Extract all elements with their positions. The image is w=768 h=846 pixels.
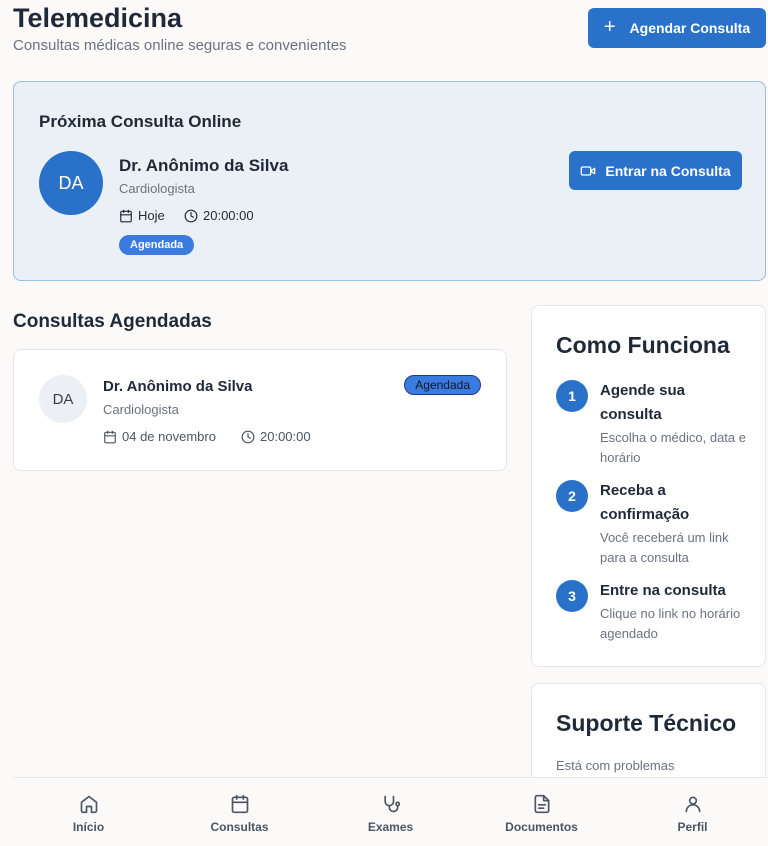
schedule-consult-label: Agendar Consulta	[629, 20, 751, 36]
support-text: Está com problemas	[556, 758, 675, 773]
step-number: 3	[556, 580, 588, 612]
scheduled-section-title: Consultas Agendadas	[13, 311, 212, 332]
doctor-name: Dr. Anônimo da Silva	[119, 156, 289, 175]
consult-date-text: Hoje	[138, 208, 165, 223]
stethoscope-icon	[383, 795, 400, 813]
schedule-consult-button[interactable]: + Agendar Consulta	[588, 8, 766, 48]
step-description: Escolha o médico, data e horário	[600, 430, 746, 465]
consult-time: 20:00:00	[184, 208, 254, 223]
telemedicine-page: Telemedicina Consultas médicas online se…	[0, 0, 768, 846]
nav-item-documentos[interactable]: Documentos	[466, 778, 617, 846]
step-item: 1 Agende sua consulta Escolha o médico, …	[556, 380, 746, 470]
enter-consult-button[interactable]: Entrar na Consulta	[569, 151, 742, 190]
nav-label: Exames	[367, 820, 414, 834]
consult-time-text: 20:00:00	[260, 429, 311, 444]
next-consult-card: Próxima Consulta Online DA Dr. Anônimo d…	[13, 81, 766, 281]
home-icon	[80, 795, 97, 814]
step-title: Agende sua consulta	[600, 382, 686, 423]
step-number: 2	[556, 480, 588, 512]
calendar-icon	[120, 209, 132, 222]
step-item: 2 Receba a confirmação Você receberá um …	[556, 480, 746, 570]
page-header: Telemedicina Consultas médicas online se…	[13, 2, 766, 62]
document-icon	[534, 794, 549, 814]
support-title: Suporte Técnico	[556, 710, 737, 736]
consult-time: 20:00:00	[241, 429, 311, 444]
step-number: 1	[556, 380, 588, 412]
how-it-works-card: Como Funciona 1 Agende sua consulta Esco…	[531, 305, 766, 667]
plus-icon: +	[603, 16, 616, 38]
how-it-works-title: Como Funciona	[556, 332, 730, 358]
nav-label: Consultas	[210, 820, 269, 834]
consult-date: Hoje	[119, 208, 165, 223]
nav-label: Perfil	[677, 820, 708, 834]
avatar: DA	[39, 375, 87, 423]
enter-consult-label: Entrar na Consulta	[605, 162, 731, 179]
consult-date: 04 de novembro	[103, 429, 216, 444]
scheduled-consult-card[interactable]: DA Dr. Anônimo da Silva Cardiologista Ag…	[13, 349, 507, 471]
doctor-specialty: Cardiologista	[103, 402, 179, 417]
nav-item-perfil[interactable]: Perfil	[617, 778, 768, 846]
step-title: Receba a confirmação	[600, 482, 690, 523]
calendar-icon	[231, 794, 248, 814]
nav-item-consultas[interactable]: Consultas	[164, 778, 315, 846]
nav-label: Início	[72, 820, 105, 834]
step-title: Entre na consulta	[600, 582, 726, 599]
clock-icon	[184, 209, 198, 222]
doctor-specialty: Cardiologista	[119, 181, 195, 196]
nav-label: Documentos	[505, 820, 578, 834]
step-item: 3 Entre na consulta Clique no link no ho…	[556, 580, 746, 650]
clock-icon	[241, 430, 255, 443]
calendar-icon	[104, 430, 116, 443]
step-description: Você receberá um link para a consulta	[600, 530, 729, 565]
nav-item-exames[interactable]: Exames	[315, 778, 466, 846]
step-description: Clique no link no horário agendado	[600, 606, 741, 641]
user-icon	[685, 796, 700, 813]
nav-item-inicio[interactable]: Início	[13, 778, 164, 846]
bottom-nav: Início Consultas Exames Documentos Perfi…	[13, 777, 768, 846]
status-badge: Agendada	[119, 235, 195, 255]
consult-time-text: 20:00:00	[203, 208, 254, 223]
avatar: DA	[39, 151, 103, 215]
video-icon	[581, 165, 596, 176]
doctor-name: Dr. Anônimo da Silva	[103, 378, 253, 395]
consult-date-text: 04 de novembro	[122, 429, 216, 444]
status-badge: Agendada	[404, 375, 481, 395]
next-consult-title: Próxima Consulta Online	[39, 112, 242, 131]
